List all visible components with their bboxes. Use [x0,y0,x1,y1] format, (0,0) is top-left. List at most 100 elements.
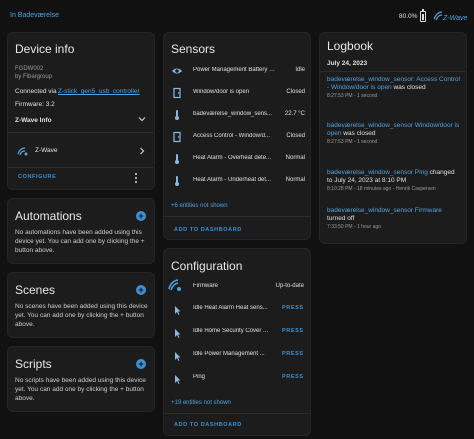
chevron-down-icon [138,115,146,125]
config-name: Idle Heat Alarm Heat sens... [193,305,268,311]
config-name: Idle Home Security Cover ... [193,328,269,334]
top-bar: In Badeværelse 80.0% Z-Wave [0,0,474,30]
button-icon [171,303,183,315]
log-entry: badeværelse_window_sensor Window/door is… [327,122,461,145]
log-entry-text: badeværelse_window_sensor Ping changed t… [327,169,461,185]
log-entry-link[interactable]: badeværelse_window_sensor Ping [327,169,428,176]
zwave-info-expander[interactable]: Z-Wave Info [8,113,154,127]
log-entry-message: turned off [327,215,355,222]
sensor-row[interactable]: badeværelse_window_sens... 22.7 °C [164,107,310,123]
firmware-state: Up-to-date [275,283,304,289]
config-name: Ping [193,374,206,380]
connected-via-label: Connected via [15,88,57,95]
add-script-button[interactable]: + [136,359,146,369]
scenes-card: Scenes + No scenes have been added using… [7,272,155,338]
sensor-name: Power Management Battery ma... [193,67,279,73]
battery-percentage: 80.0% [399,13,418,20]
press-button[interactable]: PRESS [282,305,304,311]
logbook-title: Logbook [327,39,374,53]
logbook-card: Logbook July 24, 2023 badeværelse_window… [319,32,467,244]
page-title: In Badeværelse [10,12,60,19]
configure-button[interactable]: CONFIGURE [18,174,56,180]
divider [8,132,154,133]
thermometer-icon [171,109,183,121]
sensor-state: 22.7 °C [284,111,305,117]
zwave-icon [17,145,29,159]
press-button[interactable]: PRESS [282,328,304,334]
zwave-integration-row[interactable]: Z-Wave [8,143,154,159]
sensor-row[interactable]: Window/door is open Closed [164,85,310,101]
scenes-title: Scenes [15,283,56,297]
add-scene-button[interactable]: + [136,285,146,295]
hidden-config-entities-link[interactable]: +19 entities not shown [171,400,231,406]
controller-link[interactable]: Z-stick_gen5_usb_controller [58,88,140,95]
eye-icon [171,65,183,77]
divider [164,216,310,217]
firmware-icon [167,277,183,295]
log-entry-text: badeværelse_window_sensor Window/door is… [327,122,461,138]
log-entry-meta: 8:10:28 PM - 18 minutes ago - Henrik Cas… [327,186,436,192]
thermometer-icon [171,153,183,165]
device-model: FGDW002 [15,66,44,72]
automations-card: Automations + No automations have been a… [7,198,155,264]
config-row: Idle Power Management ... PRESS [164,347,310,363]
sensor-row[interactable]: Access Control - Window/d... Closed [164,129,310,145]
sensor-state: Closed [286,89,305,95]
scripts-title: Scripts [15,357,52,371]
divider [164,413,310,414]
sensor-state: Closed [286,133,305,139]
sensor-name: badeværelse_window_sens... [193,111,273,117]
press-button[interactable]: PRESS [282,351,304,357]
log-entry: badeværelse_window_sensor: Access Contro… [327,76,461,99]
chevron-right-icon [138,147,146,157]
scenes-empty-text: No scenes have been added using this dev… [15,303,148,328]
add-to-dashboard-button[interactable]: ADD TO DASHBOARD [174,227,242,233]
sensors-card: Sensors Power Management Battery ma... Id… [163,32,311,240]
config-row: Idle Home Security Cover ... PRESS [164,324,310,340]
button-icon [171,326,183,338]
config-row: Idle Heat Alarm Heat sens... PRESS [164,301,310,317]
add-automation-button[interactable]: + [136,211,146,221]
sensor-name: Heat Alarm - Overheat dete... [193,155,272,161]
divider [8,167,154,168]
sensors-title: Sensors [171,42,216,56]
device-firmware: Firmware: 3.2 [15,101,55,108]
scripts-card: Scripts + No scripts have been added usi… [7,346,155,412]
zwave-logo-icon: Z-Wave [432,9,468,23]
sensor-name: Window/door is open [193,89,250,95]
automations-empty-text: No automations have been added using thi… [15,229,145,254]
door-icon [171,87,183,99]
thermometer-icon [171,175,183,187]
log-entry-meta: 8:27:53 PM - 1 second [327,93,378,99]
hidden-entities-link[interactable]: +6 entities not shown [171,203,228,209]
more-vert-icon[interactable] [133,172,139,184]
button-icon [171,372,183,384]
log-entry-meta: 7:33:50 PM - 1 hour ago [327,224,381,230]
device-manufacturer: by Fibargroup [15,74,53,80]
sensor-row[interactable]: Power Management Battery ma... Idle [164,63,310,79]
firmware-name: Firmware [193,283,218,289]
zwave-info-label: Z-Wave Info [15,117,52,124]
log-entry-text: badeværelse_window_sensor: Access Contro… [327,76,461,92]
sensor-state: Idle [295,67,305,73]
add-config-to-dashboard-button[interactable]: ADD TO DASHBOARD [174,422,242,428]
log-entry-link[interactable]: badeværelse_window_sensor Firmware [327,207,442,214]
firmware-row[interactable]: Firmware Up-to-date [164,279,310,295]
log-entry-message: was closed [343,130,376,137]
button-icon [171,349,183,361]
log-entry-meta: 8:27:53 PM - 1 second [327,139,378,145]
configuration-title: Configuration [171,259,243,273]
device-info-card: Device info FGDW002 by Fibargroup Connec… [7,32,155,190]
configuration-card: Configuration Firmware Up-to-date Idle H… [163,248,311,436]
battery-icon [420,9,426,22]
logbook-date: July 24, 2023 [327,60,368,67]
sensor-row[interactable]: Heat Alarm - Underheat det... Normal [164,173,310,189]
config-row: Ping PRESS [164,370,310,386]
scripts-empty-text: No scripts have been added using this de… [15,377,146,402]
zwave-label: Z-Wave [35,147,58,154]
device-info-title: Device info [15,42,75,56]
sensor-row[interactable]: Heat Alarm - Overheat dete... Normal [164,151,310,167]
log-entry-message: was closed [393,84,426,91]
press-button[interactable]: PRESS [282,374,304,380]
sensor-state: Normal [285,177,305,183]
